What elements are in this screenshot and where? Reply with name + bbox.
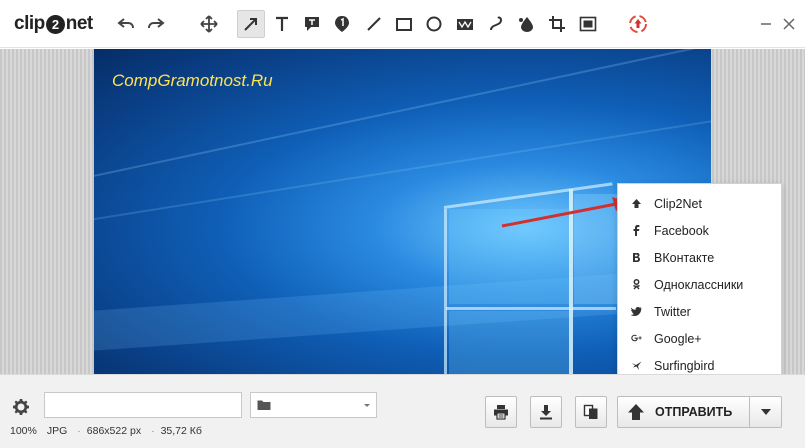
folder-icon — [257, 400, 271, 410]
odnoklassniki-icon — [630, 279, 642, 291]
ellipse-tool-icon[interactable] — [420, 10, 448, 38]
copy-button[interactable] — [575, 396, 607, 428]
undo-icon[interactable] — [112, 10, 140, 38]
twitter-icon — [630, 306, 642, 318]
menu-item-label: Одноклассники — [654, 277, 744, 292]
clip2net-icon — [630, 198, 642, 210]
menu-item-clip2net[interactable]: Clip2Net — [618, 190, 781, 217]
vk-icon — [630, 252, 642, 264]
copy-icon — [583, 404, 598, 419]
menu-item-vkontakte[interactable]: ВКонтакте — [618, 244, 781, 271]
upload-circle-icon[interactable] — [624, 10, 652, 38]
resize-tool-icon[interactable] — [574, 10, 602, 38]
menu-item-label: ВКонтакте — [654, 250, 715, 265]
send-dropdown-button[interactable] — [749, 396, 782, 428]
menu-item-label: Google+ — [654, 331, 702, 346]
save-button[interactable] — [530, 396, 562, 428]
bottom-bar: 100% JPG · 686x522 px · 35,72 Кб ОТПРАВИ… — [0, 374, 805, 448]
blur-tool-icon[interactable] — [451, 10, 479, 38]
wallpaper-beam — [446, 307, 616, 310]
watermark-text: CompGramotnost.Ru — [112, 71, 273, 90]
line-tool-icon[interactable] — [360, 10, 388, 38]
send-destination-menu: Clip2Net Facebook ВКонтакте Одноклассник… — [617, 183, 782, 392]
upload-icon — [628, 404, 644, 420]
logo-text-net: net — [65, 13, 94, 34]
move-icon[interactable] — [195, 10, 223, 38]
image-format: JPG — [46, 425, 68, 437]
image-filesize: 35,72 Кб — [160, 425, 202, 437]
download-icon — [540, 405, 552, 420]
menu-item-googleplus[interactable]: Google+ — [618, 325, 781, 352]
wallpaper-beam — [444, 209, 447, 374]
zoom-level: 100% — [10, 425, 37, 437]
chevron-down-icon — [364, 404, 370, 407]
fill-tool-icon[interactable] — [512, 10, 540, 38]
menu-item-label: Clip2Net — [654, 196, 702, 211]
menu-item-label: Facebook — [654, 223, 709, 238]
image-info: 100% JPG · 686x522 px · 35,72 Кб — [10, 425, 212, 437]
app-logo: clip 2 net — [14, 11, 93, 37]
crop-tool-icon[interactable] — [543, 10, 571, 38]
separator-dot: · — [151, 425, 155, 437]
menu-item-label: Surfingbird — [654, 358, 715, 373]
pencil-tool-icon[interactable] — [482, 10, 510, 38]
wallpaper-beam — [94, 49, 711, 184]
top-toolbar: clip 2 net — [0, 0, 805, 48]
text-tool-icon[interactable] — [268, 10, 296, 38]
menu-item-label: Twitter — [654, 304, 691, 319]
minimize-icon[interactable] — [756, 14, 776, 34]
googleplus-icon — [630, 333, 642, 345]
image-dimensions: 686x522 px — [86, 425, 142, 437]
arrow-tool-icon[interactable] — [237, 10, 265, 38]
callout-tool-icon[interactable] — [298, 10, 326, 38]
red-arrow-annotation — [501, 197, 628, 228]
facebook-icon — [630, 225, 642, 237]
filename-input[interactable] — [44, 392, 242, 418]
menu-item-odnoklassniki[interactable]: Одноклассники — [618, 271, 781, 298]
rectangle-tool-icon[interactable] — [390, 10, 418, 38]
separator-dot: · — [77, 425, 81, 437]
gear-icon[interactable] — [12, 398, 30, 416]
menu-item-twitter[interactable]: Twitter — [618, 298, 781, 325]
menu-item-facebook[interactable]: Facebook — [618, 217, 781, 244]
printer-icon — [494, 405, 508, 420]
redo-icon[interactable] — [142, 10, 170, 38]
print-button[interactable] — [485, 396, 517, 428]
chevron-down-icon — [760, 409, 771, 415]
send-button[interactable]: ОТПРАВИТЬ — [617, 396, 750, 428]
numbered-marker-icon[interactable] — [328, 10, 356, 38]
logo-badge: 2 — [45, 14, 65, 34]
logo-text-clip: clip — [14, 13, 45, 34]
folder-select[interactable] — [250, 392, 377, 418]
surfingbird-icon — [630, 360, 642, 372]
wallpaper-beam — [449, 311, 569, 374]
send-button-label: ОТПРАВИТЬ — [655, 405, 733, 419]
close-icon[interactable] — [779, 14, 799, 34]
